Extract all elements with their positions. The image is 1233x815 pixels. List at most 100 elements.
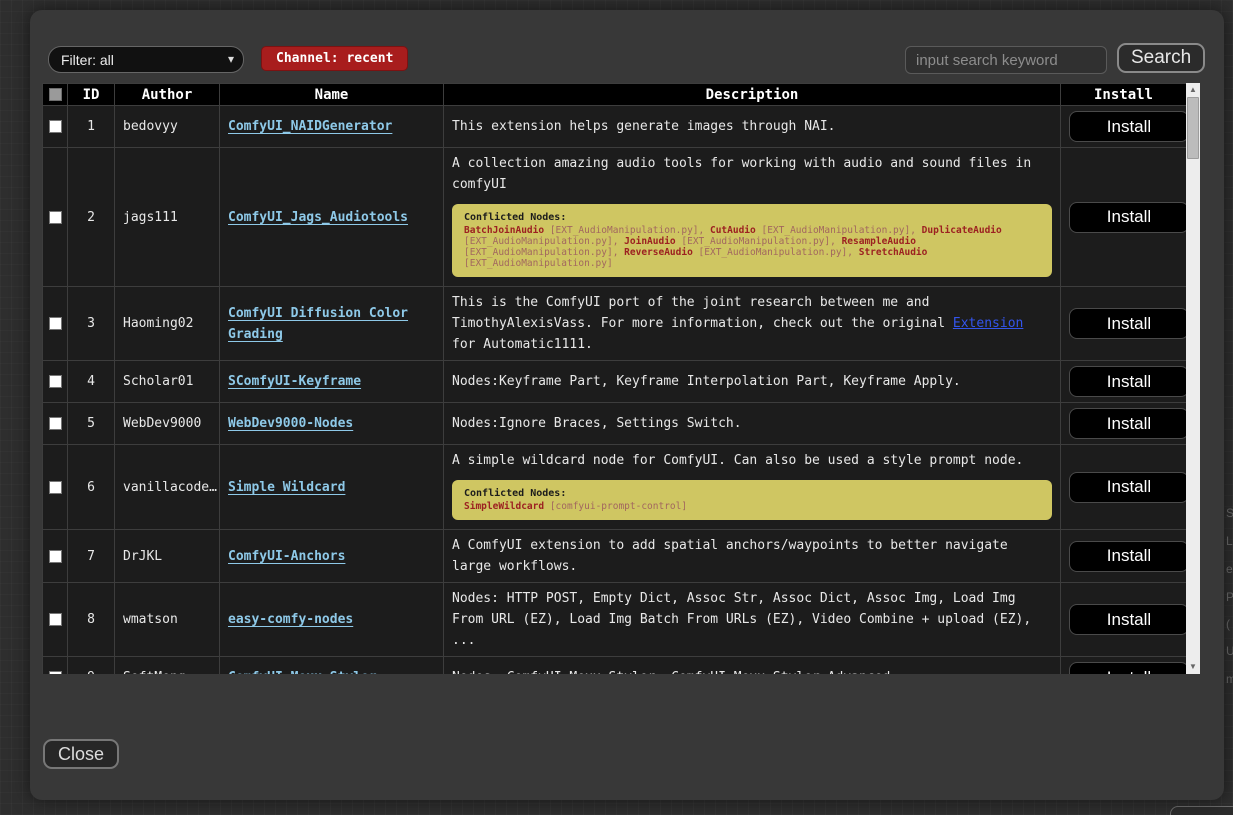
extension-name-link[interactable]: ComfyUI_Jags_Audiotools xyxy=(228,210,408,225)
row-install-cell: Install xyxy=(1061,403,1187,445)
channel-button[interactable]: Channel: recent xyxy=(261,46,408,71)
row-checkbox[interactable] xyxy=(49,317,62,330)
extension-name-link[interactable]: ComfyUI_Mexx_Styler xyxy=(228,670,377,674)
row-install-cell: Install xyxy=(1061,657,1187,675)
row-author: jags111 xyxy=(115,148,220,287)
conflict-separator: , xyxy=(847,247,858,258)
row-name-cell: SComfyUI-Keyframe xyxy=(220,361,444,403)
row-name-cell: easy-comfy-nodes xyxy=(220,583,444,657)
table-scrollbar[interactable]: ▲ ▼ xyxy=(1186,83,1200,674)
extension-name-link[interactable]: WebDev9000-Nodes xyxy=(228,416,353,431)
conflict-node-name: ReverseAudio xyxy=(624,247,693,258)
row-select-cell xyxy=(43,530,68,583)
table-row: 3Haoming02ComfyUI Diffusion Color Gradin… xyxy=(43,287,1187,361)
row-install-cell: Install xyxy=(1061,361,1187,403)
row-description: A ComfyUI extension to add spatial ancho… xyxy=(444,530,1061,583)
row-checkbox[interactable] xyxy=(49,211,62,224)
search-button[interactable]: Search xyxy=(1117,43,1205,73)
row-author: WebDev9000 xyxy=(115,403,220,445)
table-row: 6vanillacode… Simple Wildcard A simple wil… xyxy=(43,445,1187,530)
table-row: 5WebDev9000WebDev9000-NodesNodes:Ignore … xyxy=(43,403,1187,445)
description-text: Nodes:Ignore Braces, Settings Switch. xyxy=(452,413,1052,434)
select-all-checkbox[interactable] xyxy=(49,88,62,101)
description-text: This extension helps generate images thr… xyxy=(452,116,1052,137)
row-description: Nodes: ComfyUI Mexx Styler, ComfyUI Mexx… xyxy=(444,657,1061,675)
row-install-cell: Install xyxy=(1061,148,1187,287)
row-id: 9 xyxy=(68,657,115,675)
table-row: 7DrJKLComfyUI-AnchorsA ComfyUI extension… xyxy=(43,530,1187,583)
extension-name-link[interactable]: easy-comfy-nodes xyxy=(228,612,353,627)
extension-name-link[interactable]: ComfyUI Diffusion Color Grading xyxy=(228,306,408,342)
header-select xyxy=(43,84,68,106)
conflict-node-name: DuplicateAudio xyxy=(922,225,1002,236)
extension-name-link[interactable]: ComfyUI_NAIDGenerator xyxy=(228,119,392,134)
table-row: 2jags111ComfyUI_Jags_AudiotoolsA collect… xyxy=(43,148,1187,287)
row-checkbox[interactable] xyxy=(49,120,62,133)
conflict-node-file: [EXT_AudioManipulation.py] xyxy=(464,258,613,269)
conflict-separator: , xyxy=(830,236,841,247)
row-description: Nodes:Keyframe Part, Keyframe Interpolat… xyxy=(444,361,1061,403)
row-id: 7 xyxy=(68,530,115,583)
row-author: vanillacode… xyxy=(115,445,220,530)
background-text-fragment: S xyxy=(1226,506,1233,520)
extension-table-body: 1bedovyyComfyUI_NAIDGeneratorThis extens… xyxy=(43,106,1187,675)
table-row: 1bedovyyComfyUI_NAIDGeneratorThis extens… xyxy=(43,106,1187,148)
close-button[interactable]: Close xyxy=(43,739,119,769)
extension-name-link[interactable]: ComfyUI-Anchors xyxy=(228,549,345,564)
description-text: This is the ComfyUI port of the joint re… xyxy=(452,292,1052,355)
filter-select[interactable]: Filter: all xyxy=(48,46,244,73)
row-id: 6 xyxy=(68,445,115,530)
conflict-separator: , xyxy=(910,225,921,236)
extension-table-viewport: ID Author Name Description Install 1bedo… xyxy=(42,83,1186,674)
scrollbar-down-icon[interactable]: ▼ xyxy=(1186,660,1200,674)
row-author: wmatson xyxy=(115,583,220,657)
header-install: Install xyxy=(1061,84,1187,106)
header-author: Author xyxy=(115,84,220,106)
conflict-node-file: [EXT_AudioManipulation.py] xyxy=(681,236,830,247)
table-header-row: ID Author Name Description Install xyxy=(43,84,1187,106)
background-text-fragment: e xyxy=(1226,562,1233,576)
background-text-fragment: L xyxy=(1226,534,1233,548)
row-install-cell: Install xyxy=(1061,583,1187,657)
row-checkbox[interactable] xyxy=(49,613,62,626)
install-button[interactable]: Install xyxy=(1069,472,1186,503)
row-author: Scholar01 xyxy=(115,361,220,403)
filter-dropdown-wrap: Filter: all ▾ xyxy=(48,46,244,73)
row-name-cell: ComfyUI_Mexx_Styler xyxy=(220,657,444,675)
row-checkbox[interactable] xyxy=(49,375,62,388)
install-button[interactable]: Install xyxy=(1069,662,1186,674)
conflict-node-name: BatchJoinAudio xyxy=(464,225,544,236)
install-button[interactable]: Install xyxy=(1069,366,1186,397)
background-text-fragment: ( xyxy=(1226,617,1233,631)
scrollbar-thumb[interactable] xyxy=(1187,97,1199,159)
install-button[interactable]: Install xyxy=(1069,202,1186,233)
install-button[interactable]: Install xyxy=(1069,541,1186,572)
row-checkbox[interactable] xyxy=(49,671,62,674)
conflict-title: Conflicted Nodes: xyxy=(464,488,1040,499)
row-install-cell: Install xyxy=(1061,445,1187,530)
row-name-cell: ComfyUI Diffusion Color Grading xyxy=(220,287,444,361)
install-button[interactable]: Install xyxy=(1069,408,1186,439)
description-text: A simple wildcard node for ComfyUI. Can … xyxy=(452,450,1052,471)
scrollbar-up-icon[interactable]: ▲ xyxy=(1186,83,1200,97)
header-description: Description xyxy=(444,84,1061,106)
extension-name-link[interactable]: Simple Wildcard xyxy=(228,480,345,495)
row-id: 1 xyxy=(68,106,115,148)
install-button[interactable]: Install xyxy=(1069,111,1186,142)
row-name-cell: ComfyUI_NAIDGenerator xyxy=(220,106,444,148)
search-input[interactable] xyxy=(905,46,1107,74)
header-name: Name xyxy=(220,84,444,106)
row-checkbox[interactable] xyxy=(49,481,62,494)
extension-name-link[interactable]: SComfyUI-Keyframe xyxy=(228,374,361,389)
conflict-node-name: SimpleWildcard xyxy=(464,501,544,512)
install-button[interactable]: Install xyxy=(1069,604,1186,635)
description-link[interactable]: Extension xyxy=(953,316,1023,331)
row-checkbox[interactable] xyxy=(49,550,62,563)
row-select-cell xyxy=(43,148,68,287)
row-checkbox[interactable] xyxy=(49,417,62,430)
row-select-cell xyxy=(43,287,68,361)
row-select-cell xyxy=(43,657,68,675)
conflict-node-file: [EXT_AudioManipulation.py] xyxy=(464,247,613,258)
install-button[interactable]: Install xyxy=(1069,308,1186,339)
background-text-fragment: U xyxy=(1226,644,1233,658)
